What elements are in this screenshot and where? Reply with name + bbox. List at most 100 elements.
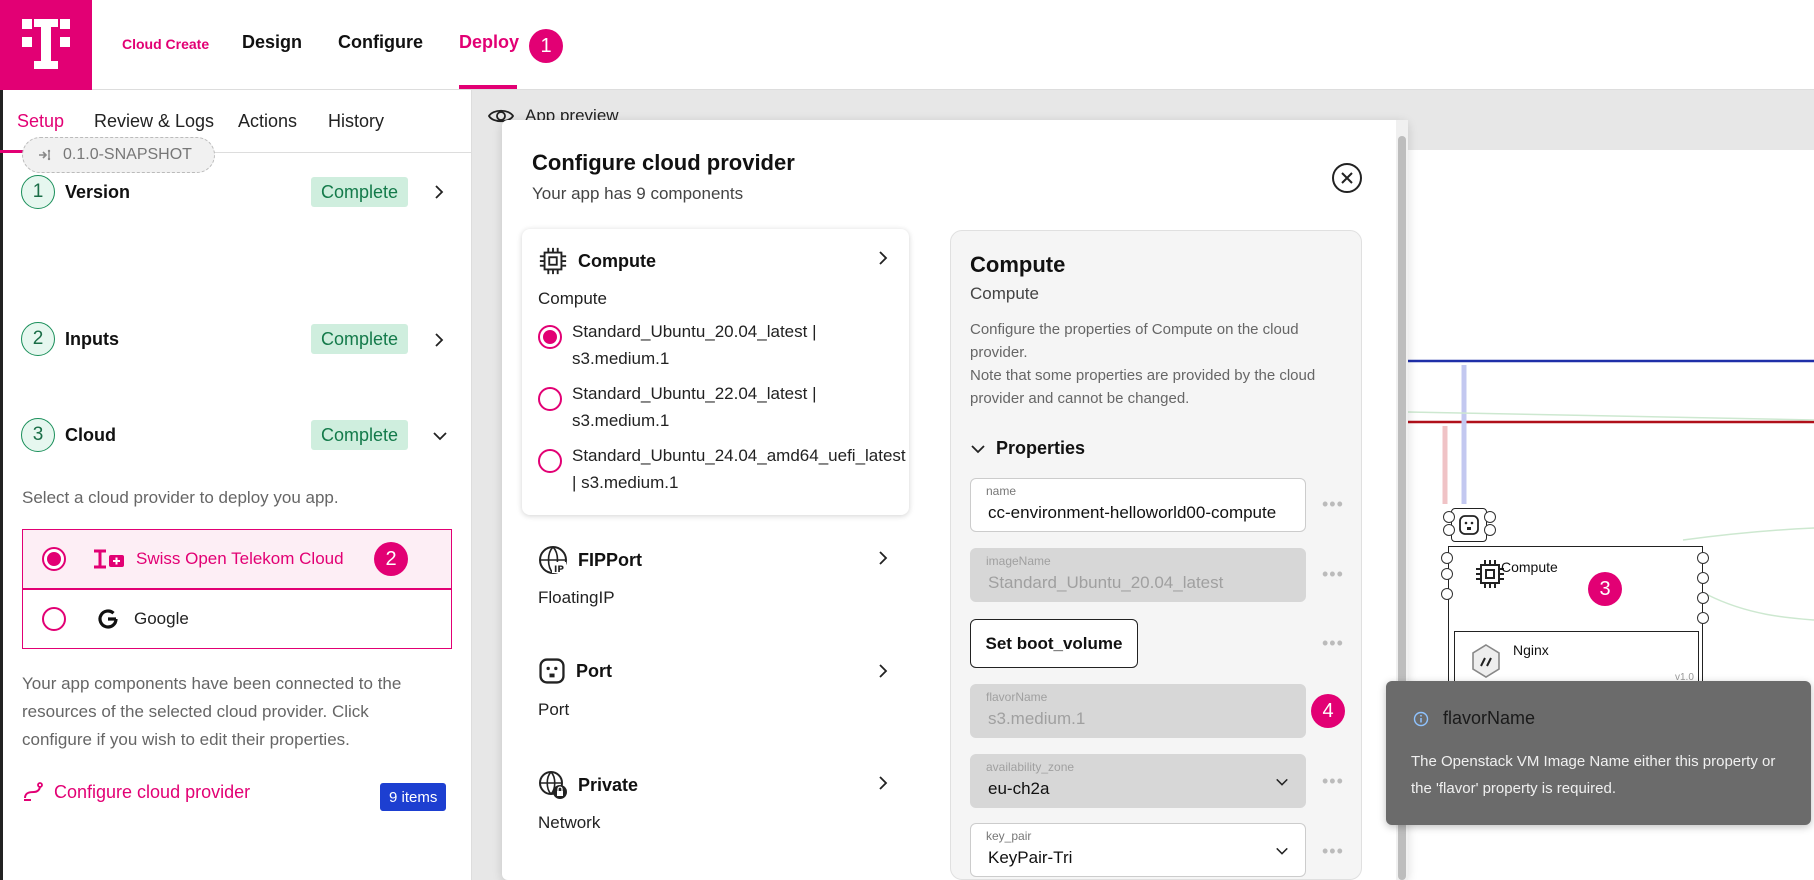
- key-pair-select[interactable]: key_pair KeyPair-Tri: [970, 823, 1306, 877]
- chevron-right-icon[interactable]: [875, 663, 891, 679]
- option-1-line-2: s3.medium.1: [572, 349, 670, 368]
- provider-option-google[interactable]: Google: [22, 589, 452, 649]
- configure-cloud-provider-link[interactable]: Configure cloud provider: [22, 781, 250, 803]
- annotation-badge-4: 4: [1311, 694, 1345, 728]
- diagram-port[interactable]: [1441, 552, 1453, 564]
- nav-configure[interactable]: Configure: [338, 32, 423, 53]
- modal-subtitle: Your app has 9 components: [532, 184, 744, 203]
- diagram-port[interactable]: [1697, 552, 1709, 564]
- commit-icon: [39, 149, 51, 161]
- detail-title: Compute: [970, 252, 1066, 277]
- diagram-port[interactable]: [1484, 511, 1496, 523]
- step-title-inputs[interactable]: Inputs: [65, 329, 119, 350]
- detail-description: Configure the properties of Compute on t…: [970, 318, 1330, 410]
- tab-actions[interactable]: Actions: [238, 111, 297, 132]
- option-2-line-1: Standard_Ubuntu_22.04_latest |: [572, 384, 817, 403]
- detail-desc-line: Note that some properties are provided b…: [970, 367, 1316, 384]
- chevron-down-icon: [1276, 778, 1288, 786]
- diagram-port[interactable]: [1697, 612, 1709, 624]
- component-header-port[interactable]: Port: [538, 657, 612, 685]
- nav-deploy[interactable]: Deploy: [459, 32, 519, 53]
- telekom-logo[interactable]: [0, 0, 92, 90]
- chevron-right-icon[interactable]: [875, 550, 891, 566]
- component-subtitle-compute: Compute: [538, 289, 607, 308]
- detail-desc-line: Configure the properties of Compute on t…: [970, 321, 1299, 338]
- component-header-private[interactable]: Private: [538, 770, 638, 800]
- properties-label: Properties: [996, 438, 1086, 458]
- port-icon: [539, 658, 565, 684]
- configure-link-label: Configure cloud provider: [54, 781, 251, 802]
- option-radio[interactable]: [538, 449, 562, 473]
- option-radio-selected[interactable]: [538, 325, 562, 349]
- status-badge-inputs: Complete: [311, 324, 409, 354]
- component-title-private: Private: [578, 774, 639, 795]
- set-boot-volume-button[interactable]: Set boot_volume: [970, 619, 1138, 668]
- diagram-port[interactable]: [1484, 524, 1496, 536]
- diagram-port[interactable]: [1697, 592, 1709, 604]
- nav-design[interactable]: Design: [242, 32, 302, 53]
- modal-title: Configure cloud provider: [532, 150, 795, 175]
- compute-option-3[interactable]: Standard_Ubuntu_24.04_amd64_uefi_latest |…: [538, 442, 906, 496]
- option-2-line-2: s3.medium.1: [572, 411, 670, 430]
- chip-icon: [539, 247, 567, 275]
- detail-subtitle: Compute: [970, 284, 1039, 303]
- component-header-fipport[interactable]: IP FIPPort: [538, 545, 642, 575]
- component-subtitle-fipport: FloatingIP: [538, 588, 615, 607]
- connected-info: Your app components have been connected …: [22, 670, 401, 754]
- component-title-fipport: FIPPort: [578, 549, 643, 570]
- network-icon: [539, 771, 567, 799]
- compute-option-1[interactable]: Standard_Ubuntu_20.04_latest | s3.medium.…: [538, 318, 817, 372]
- detail-desc-line: provider.: [970, 344, 1028, 361]
- more-options-icon[interactable]: •••: [1322, 633, 1344, 654]
- flavor-name-field-value: s3.medium.1: [988, 709, 1086, 728]
- chevron-down-icon[interactable]: [432, 428, 448, 444]
- component-header-compute[interactable]: Compute: [538, 246, 656, 276]
- diagram-port[interactable]: [1441, 568, 1453, 580]
- option-1-line-1: Standard_Ubuntu_20.04_latest |: [572, 322, 817, 341]
- diagram-node-compute[interactable]: Compute Nginx v1.0: [1448, 546, 1703, 691]
- chevron-down-icon: [971, 444, 985, 453]
- diagram-port[interactable]: [1697, 572, 1709, 584]
- annotation-badge-3: 3: [1588, 572, 1622, 606]
- diagram-node-nginx-label: Nginx: [1513, 642, 1549, 658]
- more-options-icon[interactable]: •••: [1322, 841, 1344, 862]
- name-field-label: name: [986, 484, 1017, 498]
- app-brand-label[interactable]: Cloud Create: [122, 36, 209, 52]
- provider-radio-unselected[interactable]: [42, 607, 66, 631]
- name-field[interactable]: name cc-environment-helloworld00-compute: [970, 478, 1306, 532]
- tab-review-logs[interactable]: Review & Logs: [94, 111, 214, 132]
- telekom-cloud-icon: [94, 549, 124, 569]
- compute-option-2[interactable]: Standard_Ubuntu_22.04_latest | s3.medium.…: [538, 380, 817, 434]
- svg-text:IP: IP: [554, 565, 564, 575]
- step-number-version: 1: [21, 175, 55, 209]
- provider-radio-selected[interactable]: [42, 547, 66, 571]
- chevron-right-icon[interactable]: [875, 250, 891, 266]
- more-options-icon[interactable]: •••: [1322, 494, 1344, 515]
- nginx-icon: [1472, 644, 1500, 678]
- diagram-node-port[interactable]: [1451, 508, 1487, 542]
- availability-zone-value: eu-ch2a: [988, 779, 1050, 798]
- close-button[interactable]: [1332, 163, 1362, 193]
- tab-setup[interactable]: Setup: [17, 111, 64, 132]
- option-radio[interactable]: [538, 387, 562, 411]
- detail-desc-line: provider and cannot be changed.: [970, 390, 1190, 407]
- port-icon: [1459, 515, 1479, 535]
- step-title-version[interactable]: Version: [65, 182, 130, 203]
- more-options-icon[interactable]: •••: [1322, 564, 1344, 585]
- chevron-right-icon[interactable]: [431, 184, 447, 200]
- diagram-port[interactable]: [1443, 524, 1455, 536]
- close-icon: [1341, 172, 1353, 184]
- connected-info-line: resources of the selected cloud provider…: [22, 702, 369, 721]
- status-badge-cloud: Complete: [311, 420, 409, 450]
- properties-toggle[interactable]: Properties: [970, 438, 1085, 459]
- step-title-cloud[interactable]: Cloud: [65, 425, 116, 446]
- diagram-port[interactable]: [1441, 588, 1453, 600]
- tab-history[interactable]: History: [328, 111, 384, 132]
- diagram-port[interactable]: [1443, 511, 1455, 523]
- chevron-right-icon[interactable]: [431, 332, 447, 348]
- more-options-icon[interactable]: •••: [1322, 771, 1344, 792]
- component-title-compute: Compute: [578, 250, 656, 271]
- availability-zone-select[interactable]: availability_zone eu-ch2a: [970, 754, 1306, 808]
- chevron-right-icon[interactable]: [875, 775, 891, 791]
- top-navigation-bar: Cloud Create Design Configure Deploy 1: [0, 0, 1814, 90]
